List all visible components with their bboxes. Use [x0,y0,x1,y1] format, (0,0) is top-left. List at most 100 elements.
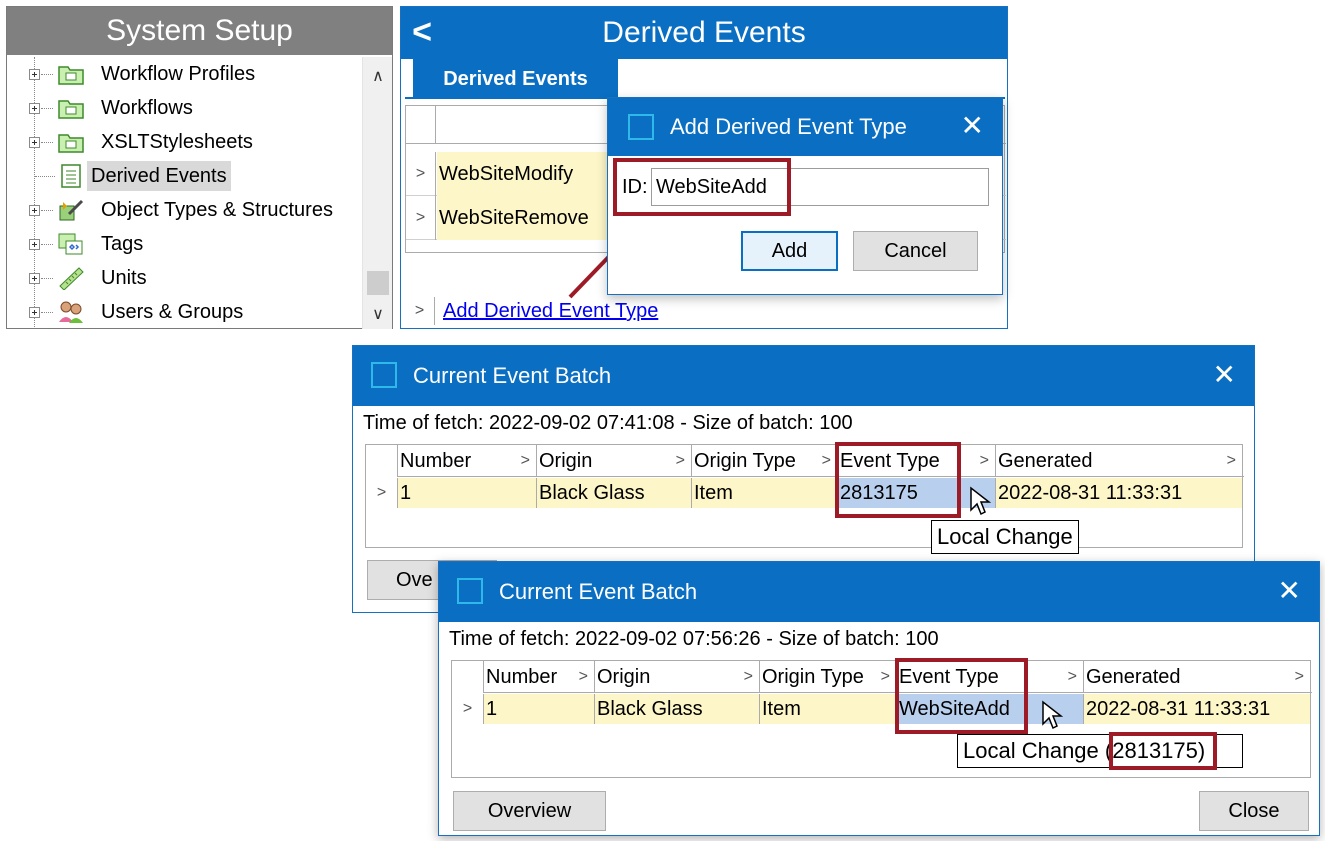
chevron-right-icon: > [821,452,831,469]
overview-button[interactable]: Overview [453,791,606,831]
highlight-box [895,658,1028,734]
window-icon [457,578,483,604]
column-header-number[interactable]: Number > [484,661,595,693]
tree-item-tags[interactable]: Tags [7,229,362,259]
cell-origin[interactable]: Black Glass [595,694,760,724]
row-selector-icon[interactable]: > [406,152,436,196]
cell-generated[interactable]: 2022-08-31 11:33:31 [1084,694,1310,724]
cancel-button[interactable]: Cancel [853,231,978,271]
expand-icon[interactable] [29,307,40,318]
cell-number[interactable]: 1 [484,694,595,724]
close-icon[interactable]: ✕ [1213,361,1236,389]
row-selector-icon[interactable]: > [366,478,398,508]
highlight-box [1109,732,1217,770]
batch-info: Time of fetch: 2022-09-02 07:56:26 - Siz… [449,628,939,650]
chevron-right-icon: > [1294,668,1304,685]
column-header-number[interactable]: Number > [398,445,537,477]
chevron-right-icon: > [1067,668,1077,685]
grid-header-row: Number > Origin > Origin Type > Event Type >… [366,445,1244,477]
chevron-right-icon: > [979,452,989,469]
tree-item-users-groups[interactable]: Users & Groups [7,297,362,327]
tree-item-xsltstylesheets[interactable]: XSLTStylesheets [7,127,362,157]
expand-icon[interactable] [29,69,40,80]
cell-number[interactable]: 1 [398,478,537,508]
tooltip: Local Change [931,520,1079,554]
close-icon[interactable]: ✕ [961,112,984,140]
tree-item-label: Workflows [101,97,193,119]
tree-item-label: Object Types & Structures [101,199,333,221]
tree-item-label: XSLTStylesheets [101,131,253,153]
expand-icon[interactable] [29,137,40,148]
tree-item-label: Tags [101,233,144,255]
cell-origin-type[interactable]: Item [692,478,838,508]
chevron-right-icon: > [1226,452,1236,469]
object-types-icon [59,199,84,221]
users-icon [59,301,83,323]
cell-origin-type[interactable]: Item [760,694,897,724]
dialog-titlebar: Current Event Batch ✕ [353,346,1254,406]
tree-item-derived-events[interactable]: Derived Events [7,161,362,191]
grid-header-row: Number > Origin > Origin Type > Event Type >… [452,661,1312,693]
dialog-title: Current Event Batch [413,363,612,388]
expand-icon[interactable] [29,239,40,250]
expand-icon[interactable] [29,273,40,284]
tree-item-workflow-profiles[interactable]: Workflow Profiles [7,59,362,89]
table-row[interactable]: > 1 Black Glass Item 2813175 2022-08-31 … [366,478,1244,508]
cell-origin[interactable]: Black Glass [537,478,692,508]
tab-strip: Derived Events [405,59,1005,99]
column-header-origin[interactable]: Origin > [595,661,760,693]
add-row: > Add Derived Event Type [405,297,1005,325]
scroll-up-icon[interactable]: ∧ [363,63,393,91]
highlight-box [835,442,961,518]
tooltip-label: Local Change [963,738,1099,763]
folder-icon [58,100,84,119]
dialog-title: Add Derived Event Type [670,114,907,139]
column-header-origin-type[interactable]: Origin Type > [760,661,897,693]
column-header-origin[interactable]: Origin > [537,445,692,477]
chevron-right-icon: > [675,452,685,469]
add-derived-event-type-dialog: Add Derived Event Type ✕ ID: Add Cancel [607,97,1003,295]
vertical-scrollbar[interactable]: ∧ ∨ [362,57,392,329]
tab-derived-events[interactable]: Derived Events [413,59,618,99]
folder-icon [58,66,84,85]
tree-item-label: Users & Groups [101,301,244,323]
row-selector-icon[interactable]: > [405,297,435,325]
close-icon[interactable]: ✕ [1278,577,1301,605]
dialog-titlebar: Current Event Batch ✕ [439,562,1319,622]
derived-event-id[interactable]: WebSiteModify [437,152,612,196]
row-selector-icon[interactable]: > [406,196,436,240]
scroll-thumb[interactable] [367,271,389,295]
ruler-icon [59,267,84,290]
tree-item-label: Workflow Profiles [101,63,256,85]
cell-generated[interactable]: 2022-08-31 11:33:31 [996,478,1242,508]
window-icon [371,362,397,388]
window-icon [628,114,654,140]
row-selector-icon[interactable]: > [452,694,484,724]
tree-item-label: Units [101,267,147,289]
system-setup-tree: Workflow Profiles Workflows XSLTStyleshe… [7,57,362,327]
tree-item-workflows[interactable]: Workflows [7,93,362,123]
back-arrow-icon[interactable]: < [407,7,437,59]
derived-events-title: Derived Events [602,16,806,49]
highlight-box [613,158,791,216]
add-button[interactable]: Add [741,231,838,271]
close-button[interactable]: Close [1199,791,1309,831]
column-header-generated[interactable]: Generated > [996,445,1242,477]
batch-info: Time of fetch: 2022-09-02 07:41:08 - Siz… [363,412,853,434]
table-row[interactable]: > 1 Black Glass Item WebSiteAdd 2022-08-… [452,694,1312,724]
tree-item-object-types[interactable]: Object Types & Structures [7,195,362,225]
current-event-batch-dialog: Current Event Batch ✕ Time of fetch: 202… [438,561,1320,836]
mouse-cursor-icon [1042,700,1063,730]
system-setup-title: System Setup [7,7,392,55]
event-batch-grid: Number > Origin > Origin Type > Event Type >… [365,444,1244,548]
column-header-generated[interactable]: Generated > [1084,661,1310,693]
expand-icon[interactable] [29,103,40,114]
scroll-down-icon[interactable]: ∨ [363,301,393,329]
tags-icon [58,233,83,255]
derived-events-header: < Derived Events [401,7,1007,59]
tree-item-units[interactable]: Units [7,263,362,293]
expand-icon[interactable] [29,205,40,216]
dialog-titlebar: Add Derived Event Type ✕ [608,98,1002,156]
column-header-origin-type[interactable]: Origin Type > [692,445,838,477]
tree-item-label: Derived Events [87,161,231,191]
